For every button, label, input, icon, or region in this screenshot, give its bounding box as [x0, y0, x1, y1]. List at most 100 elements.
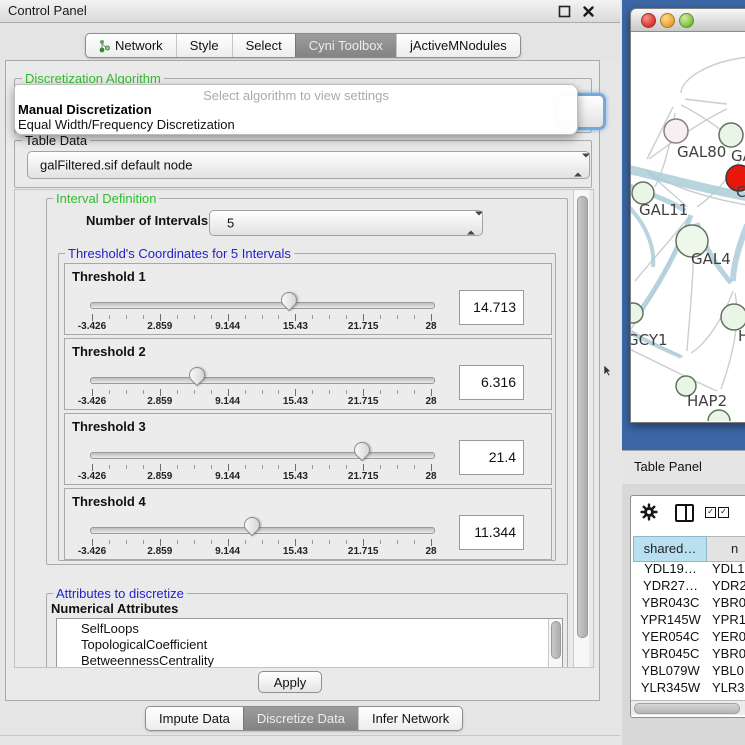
thresholds-title: Threshold's Coordinates for 5 Intervals — [65, 246, 294, 261]
slider-tick — [245, 390, 246, 394]
cell-shared-name: YDL19… — [634, 561, 707, 576]
network-window-titlebar[interactable] — [631, 9, 745, 32]
network-node-label: GA — [731, 147, 745, 165]
tab-infer-network[interactable]: Infer Network — [358, 707, 462, 730]
number-of-intervals-label: Number of Intervals — [86, 213, 208, 228]
checkbox-icon[interactable]: ✓ — [705, 507, 716, 518]
table-row[interactable]: YER054CYER0 — [632, 629, 745, 646]
slider-tick — [211, 540, 212, 544]
tab-select[interactable]: Select — [232, 34, 295, 57]
algorithm-option-manual[interactable]: Manual Discretization — [18, 102, 152, 117]
apply-button[interactable]: Apply — [258, 671, 322, 693]
split-panel-icon[interactable] — [675, 504, 694, 522]
slider-tick — [262, 540, 263, 544]
table-rows[interactable]: YDL19…YDL1YDR27…YDR2YBR043CYBR0YPR145WYP… — [632, 561, 745, 700]
slider-tick-label: 21.715 — [348, 471, 379, 482]
tab-style[interactable]: Style — [176, 34, 232, 57]
tab-cyni-toolbox[interactable]: Cyni Toolbox — [295, 34, 396, 57]
zoom-traffic-light-icon[interactable] — [679, 13, 694, 28]
panel-title: Control Panel — [8, 3, 87, 18]
table-horizontal-scrollbar[interactable] — [631, 700, 745, 715]
table-row[interactable]: YBR045CYBR0 — [632, 646, 745, 663]
network-node[interactable] — [664, 119, 688, 143]
tab-discretize-data[interactable]: Discretize Data — [243, 707, 358, 730]
tab-label: Select — [246, 38, 282, 53]
threshold-value-field[interactable]: 14.713 — [459, 290, 524, 325]
slider-tick-label: 2.859 — [147, 546, 172, 557]
slider-tick — [126, 315, 127, 319]
slider-tick — [346, 390, 347, 394]
cell-shared-name: YLR345W — [634, 680, 707, 695]
tab-network[interactable]: Network — [86, 34, 176, 57]
slider-tick-label: 28 — [425, 546, 436, 557]
threshold-row-4: Threshold 4-3.4262.8599.14415.4321.71528… — [64, 488, 552, 560]
attributes-list-scrollbar[interactable] — [548, 619, 562, 668]
slider-tick — [346, 465, 347, 469]
checkbox-icon[interactable]: ✓ — [718, 507, 729, 518]
tab-label: Network — [115, 38, 163, 53]
slider-tick — [109, 540, 110, 544]
slider-tick — [126, 465, 127, 469]
number-of-intervals-combobox[interactable]: 5 — [209, 210, 483, 236]
attribute-item-topologicalcoefficient[interactable]: TopologicalCoefficient — [81, 637, 207, 652]
table-row[interactable]: YPR145WYPR1 — [632, 612, 745, 629]
slider-tick — [346, 315, 347, 319]
threshold-slider-track[interactable] — [90, 452, 435, 459]
threshold-value-field[interactable]: 11.344 — [459, 515, 524, 550]
float-window-icon[interactable] — [558, 5, 571, 18]
table-row[interactable]: YLR345WYLR3 — [632, 680, 745, 697]
attribute-item-betweennesscentrality[interactable]: BetweennessCentrality — [81, 653, 214, 668]
slider-tick — [431, 464, 432, 471]
slider-tick — [380, 390, 381, 394]
tab-label: Style — [190, 38, 219, 53]
table-data-combobox[interactable]: galFiltered.sif default node — [27, 151, 590, 179]
table-row[interactable]: YDL19…YDL1 — [632, 561, 745, 578]
numerical-attributes-list[interactable]: SelfLoopsTopologicalCoefficientBetweenne… — [56, 618, 563, 668]
column-header-shared-name[interactable]: shared… — [633, 536, 707, 562]
tab-jactivemnodules[interactable]: jActiveMNodules — [396, 34, 520, 57]
slider-tick — [92, 389, 93, 396]
top-tabs: Network Style Select Cyni ToolboxjActiveMNo… — [85, 33, 521, 58]
threshold-slider-track[interactable] — [90, 527, 435, 534]
slider-tick — [109, 315, 110, 319]
network-node[interactable] — [708, 410, 730, 421]
attribute-item-selfloops[interactable]: SelfLoops — [81, 621, 139, 636]
cell-name: YPR1 — [712, 612, 745, 627]
table-row[interactable]: YDR27…YDR2 — [632, 578, 745, 595]
settings-scrollbar[interactable] — [573, 190, 589, 667]
algorithm-option-equal-width[interactable]: Equal Width/Frequency Discretization — [18, 117, 235, 132]
column-header-name[interactable]: n — [707, 536, 745, 562]
slider-tick — [431, 314, 432, 321]
close-icon[interactable] — [582, 5, 595, 18]
network-canvas[interactable]: GAL80GACGAL11GAL4GCY1HHAP2 — [631, 31, 745, 421]
settings-scrollbar-thumb[interactable] — [577, 196, 588, 638]
threshold-slider-track[interactable] — [90, 302, 435, 309]
tab-impute-data[interactable]: Impute Data — [146, 707, 243, 730]
slider-tick — [143, 540, 144, 544]
slider-tick — [160, 389, 161, 396]
minimize-traffic-light-icon[interactable] — [660, 13, 675, 28]
slider-tick — [177, 390, 178, 394]
threshold-label: Threshold 3 — [72, 419, 146, 434]
number-of-intervals-value: 5 — [227, 216, 234, 231]
threshold-row-1: Threshold 1-3.4262.8599.14415.4321.71528… — [64, 263, 552, 335]
table-row[interactable]: YBR043CYBR0 — [632, 595, 745, 612]
table-settings-gear-icon[interactable] — [640, 503, 658, 526]
threshold-slider-track[interactable] — [90, 377, 435, 384]
network-node-label: GAL80 — [677, 143, 726, 161]
slider-tick — [262, 465, 263, 469]
close-traffic-light-icon[interactable] — [641, 13, 656, 28]
slider-tick-label: 15.43 — [283, 321, 308, 332]
slider-tick — [160, 539, 161, 546]
threshold-value-field[interactable]: 6.316 — [459, 365, 524, 400]
slider-tick — [160, 464, 161, 471]
slider-tick — [397, 390, 398, 394]
slider-tick-label: 21.715 — [348, 396, 379, 407]
threshold-value-field[interactable]: 21.4 — [459, 440, 524, 475]
slider-tick — [278, 390, 279, 394]
table-hscrollbar-thumb[interactable] — [634, 703, 740, 714]
slider-tick — [211, 465, 212, 469]
slider-tick — [92, 464, 93, 471]
table-row[interactable]: YBL079WYBL0 — [632, 663, 745, 680]
cell-name: YDR2 — [712, 578, 745, 593]
